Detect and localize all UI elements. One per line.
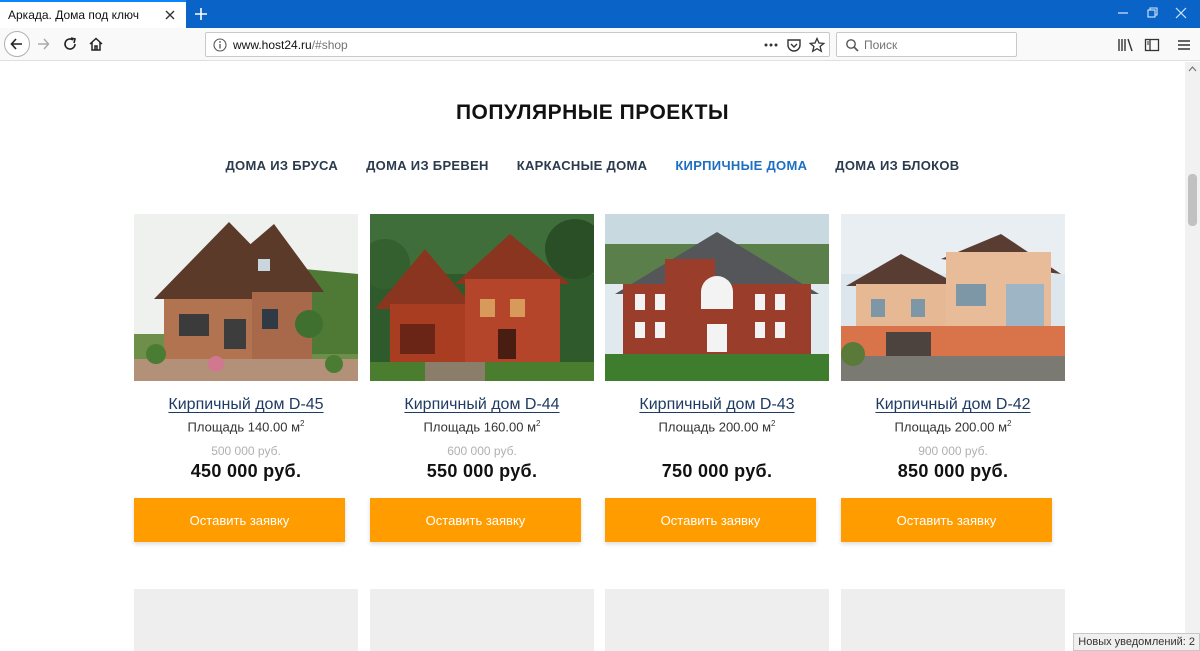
home-icon — [89, 37, 103, 51]
product-name-link[interactable]: Кирпичный дом D-42 — [841, 396, 1065, 414]
area-unit-sup: 2 — [536, 419, 541, 428]
old-price: 900 000 руб. — [918, 444, 988, 459]
home-button[interactable] — [85, 33, 107, 55]
tab-log-houses[interactable]: ДОМА ИЗ БРЕВЕН — [366, 158, 489, 173]
current-price: 750 000 руб. — [661, 461, 773, 482]
product-card: Кирпичный дом D-45 Площадь 140.00 м2 500… — [134, 214, 358, 543]
url-path: /#shop — [311, 38, 348, 52]
tab-brick-houses[interactable]: КИРПИЧНЫЕ ДОМА — [675, 158, 807, 173]
current-price: 550 000 руб. — [426, 461, 538, 482]
scroll-up-icon[interactable] — [1188, 65, 1197, 73]
url-text: www.host24.ru/#shop — [233, 38, 348, 52]
tab-frame-houses[interactable]: КАРКАСНЫЕ ДОМА — [517, 158, 648, 173]
new-tab-icon[interactable] — [192, 5, 210, 23]
reload-button[interactable] — [59, 33, 81, 55]
product-photo[interactable] — [841, 214, 1065, 381]
product-area: Площадь 200.00 м2 — [605, 419, 829, 434]
address-bar[interactable]: www.host24.ru/#shop — [205, 32, 830, 57]
order-button[interactable]: Оставить заявку — [605, 498, 816, 543]
library-icon[interactable] — [1117, 37, 1135, 53]
current-price: 450 000 руб. — [190, 461, 302, 482]
order-button[interactable]: Оставить заявку — [370, 498, 581, 543]
sidebar-icon[interactable] — [1144, 37, 1160, 53]
product-card: Кирпичный дом D-43 Площадь 200.00 м2 750… — [605, 214, 829, 543]
section-heading: ПОПУЛЯРНЫЕ ПРОЕКТЫ — [455, 101, 730, 124]
house-photo-d45 — [134, 214, 358, 381]
area-unit-sup: 2 — [1007, 419, 1012, 428]
product-card-placeholder — [134, 589, 358, 651]
product-photo[interactable] — [370, 214, 594, 381]
area-value: Площадь 140.00 м — [187, 419, 301, 435]
product-name-link[interactable]: Кирпичный дом D-45 — [134, 396, 358, 414]
product-card-placeholder — [841, 589, 1065, 651]
house-photo-d43 — [605, 214, 829, 381]
tab-timber-houses[interactable]: ДОМА ИЗ БРУСА — [226, 158, 339, 173]
area-value: Площадь 160.00 м — [423, 419, 537, 435]
category-tabs: ДОМА ИЗ БРУСА ДОМА ИЗ БРЕВЕН КАРКАСНЫЕ Д… — [0, 158, 1185, 173]
minimize-icon[interactable] — [1116, 6, 1130, 20]
reload-icon — [64, 37, 76, 50]
house-photo-d42 — [841, 214, 1065, 381]
back-button[interactable] — [4, 31, 30, 57]
page-content: ПОПУЛЯРНЫЕ ПРОЕКТЫ ДОМА ИЗ БРУСА ДОМА ИЗ… — [0, 62, 1185, 651]
info-icon[interactable] — [213, 38, 227, 52]
close-tab-icon[interactable] — [162, 7, 178, 23]
product-name-link[interactable]: Кирпичный дом D-44 — [370, 396, 594, 414]
product-photo[interactable] — [605, 214, 829, 381]
product-area: Площадь 160.00 м2 — [370, 419, 594, 434]
pocket-icon[interactable] — [786, 37, 802, 53]
product-name-link[interactable]: Кирпичный дом D-43 — [605, 396, 829, 414]
house-photo-d44 — [370, 214, 594, 381]
product-card: Кирпичный дом D-44 Площадь 160.00 м2 600… — [370, 214, 594, 543]
url-domain: www.host24.ru — [233, 38, 312, 52]
old-price: 600 000 руб. — [447, 444, 517, 459]
forward-button[interactable] — [32, 33, 54, 55]
status-notification: Новых уведомлений: 2 — [1073, 633, 1200, 651]
area-value: Площадь 200.00 м — [658, 419, 772, 435]
current-price: 850 000 руб. — [897, 461, 1009, 482]
old-price: 500 000 руб. — [211, 444, 281, 459]
old-price — [605, 444, 829, 458]
product-area: Площадь 200.00 м2 — [841, 419, 1065, 434]
browser-titlebar: Аркада. Дома под ключ — [0, 0, 1200, 28]
more-actions-icon[interactable] — [763, 39, 779, 51]
arrow-left-icon — [10, 38, 22, 50]
window-close-icon[interactable] — [1174, 6, 1188, 20]
arrow-right-icon — [38, 38, 50, 50]
area-unit-sup: 2 — [300, 419, 305, 428]
product-card: Кирпичный дом D-42 Площадь 200.00 м2 900… — [841, 214, 1065, 543]
search-placeholder: Поиск — [864, 38, 898, 52]
area-unit-sup: 2 — [771, 419, 776, 428]
navigation-toolbar: www.host24.ru/#shop Поиск — [0, 28, 1200, 61]
browser-tab[interactable]: Аркада. Дома под ключ — [0, 0, 186, 28]
menu-icon[interactable] — [1176, 37, 1192, 53]
restore-icon[interactable] — [1145, 6, 1159, 20]
tab-title: Аркада. Дома под ключ — [8, 8, 140, 22]
product-photo[interactable] — [134, 214, 358, 381]
tab-block-houses[interactable]: ДОМА ИЗ БЛОКОВ — [835, 158, 959, 173]
area-value: Площадь 200.00 м — [894, 419, 1008, 435]
order-button[interactable]: Оставить заявку — [841, 498, 1052, 543]
page-scrollbar[interactable] — [1185, 62, 1200, 651]
bookmark-star-icon[interactable] — [809, 37, 825, 53]
product-card-placeholder — [605, 589, 829, 651]
scrollbar-thumb[interactable] — [1188, 174, 1197, 226]
product-area: Площадь 140.00 м2 — [134, 419, 358, 434]
search-icon — [846, 39, 859, 52]
order-button[interactable]: Оставить заявку — [134, 498, 345, 543]
product-card-placeholder — [370, 589, 594, 651]
search-bar[interactable]: Поиск — [836, 32, 1017, 57]
